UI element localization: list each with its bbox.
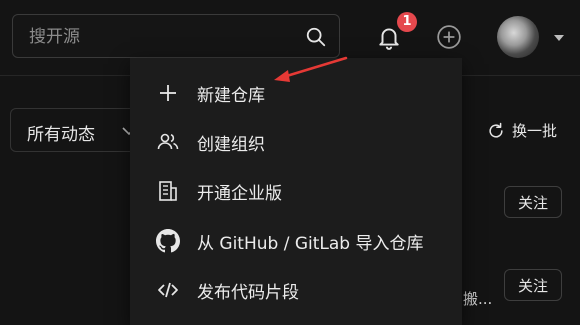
avatar[interactable] — [497, 16, 539, 58]
refresh-label: 换一批 — [512, 122, 558, 140]
refresh-icon — [489, 122, 503, 138]
truncated-text: 搬... — [463, 290, 493, 308]
building-icon — [159, 181, 177, 201]
menu-item-label: 开通企业版 — [197, 184, 282, 204]
menu-item-label: 创建组织 — [197, 135, 265, 155]
search-icon[interactable] — [305, 26, 327, 48]
follow-button[interactable]: 关注 — [504, 269, 562, 301]
create-dropdown-menu: 新建仓库 创建组织 开通企业版 从 GitHub / GitLab 导入仓库 发… — [130, 58, 462, 325]
menu-item-label: 发布代码片段 — [197, 283, 299, 303]
menu-item-publish-snippet[interactable]: 发布代码片段 — [130, 265, 462, 315]
add-circle-icon[interactable] — [436, 24, 462, 50]
github-icon — [156, 229, 180, 253]
page: 1 所有动态 换一批 关注 关注 搬... — [0, 0, 580, 325]
chevron-down-icon[interactable] — [553, 33, 565, 43]
menu-item-enterprise[interactable]: 开通企业版 — [130, 166, 462, 216]
menu-item-label: 从 GitHub / GitLab 导入仓库 — [197, 234, 424, 254]
notification-badge: 1 — [397, 12, 417, 32]
menu-item-import-repository[interactable]: 从 GitHub / GitLab 导入仓库 — [130, 216, 462, 266]
people-icon — [157, 133, 179, 150]
search-input[interactable] — [27, 23, 291, 51]
menu-item-create-organization[interactable]: 创建组织 — [130, 117, 462, 167]
code-icon — [158, 282, 178, 298]
menu-item-label: 新建仓库 — [197, 86, 265, 106]
follow-button[interactable]: 关注 — [504, 186, 562, 218]
plus-icon — [160, 85, 176, 101]
filter-label: 所有动态 — [27, 125, 95, 145]
search-box[interactable] — [12, 14, 340, 58]
menu-item-new-repository[interactable]: 新建仓库 — [130, 68, 462, 118]
